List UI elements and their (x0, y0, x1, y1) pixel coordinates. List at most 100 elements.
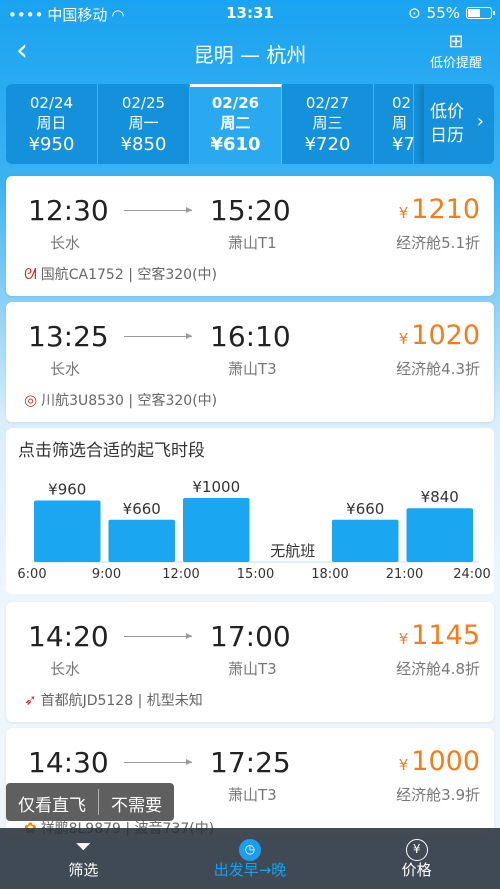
date-tab-weekday: 周 (392, 114, 408, 132)
flight-card[interactable]: 13:25 16:10 长水 萧山T3 ¥1020 经济舱4.3折 ◎ 川航3U… (6, 302, 494, 422)
chart-tick-label: 21:00 (386, 567, 423, 582)
price-value: 1145 (411, 620, 480, 651)
chart-tick-label: 12:00 (162, 567, 199, 582)
arrow-right-icon (124, 333, 192, 339)
nav-bar: ‹ 昆明 — 杭州 ⊞ 低价提醒 (0, 26, 500, 82)
arrival-airport: 萧山T3 (228, 360, 277, 378)
airline-text: 川航3U8530 | 空客320(中) (41, 393, 218, 409)
date-tab-date: 02 (392, 94, 412, 112)
chart-bar-label: ¥1000 (192, 478, 240, 496)
price-value: 1000 (411, 746, 480, 777)
date-tab-price: ¥720 (304, 134, 351, 155)
yen-icon: ¥ (333, 833, 500, 861)
airline-text: 国航CA1752 | 空客320(中) (40, 267, 218, 283)
flight-card[interactable]: 14:20 17:00 长水 萧山T3 ¥1145 经济舱4.8折 ➶ 首都航J… (6, 602, 494, 722)
direct-only-button[interactable]: 仅看直飞 (6, 783, 98, 821)
chart-bar[interactable] (34, 500, 101, 562)
flight-card[interactable]: 12:30 15:20 长水 萧山T1 ¥1210 经济舱5.1折 ᘛ 国航CA… (6, 176, 494, 296)
low-price-alert-label: 低价提醒 (429, 56, 482, 71)
cabin-discount: 经济舱4.8折 (396, 660, 480, 678)
arrow-right-icon (124, 207, 192, 213)
chart-empty-label: 无航班 (270, 542, 315, 560)
bell-plus-icon: ⊞ (448, 31, 464, 52)
date-strip: 02/24 周日 ¥950 02/25 周一 ¥850 02/26 周二 ¥61… (6, 84, 494, 164)
date-tab-price: ¥850 (120, 134, 167, 155)
currency-symbol: ¥ (398, 756, 409, 774)
flight-price: ¥1020 (399, 320, 480, 351)
date-tab-price: ¥950 (28, 134, 75, 155)
currency-symbol: ¥ (398, 204, 409, 222)
sort-departure-tab[interactable]: ◷ 出发早→晚 (167, 828, 334, 889)
arrival-airport: 萧山T1 (228, 234, 277, 252)
date-tab-date: 02/27 (305, 94, 350, 112)
calendar-label-line1: 低价 (430, 102, 464, 122)
status-right: ⊙ 55% (408, 4, 495, 22)
date-tab[interactable]: 02 周 ¥7 (374, 84, 415, 164)
tab-label: 价格 (401, 861, 432, 879)
battery-icon (466, 7, 495, 19)
flight-price: ¥1145 (399, 620, 480, 651)
no-need-button[interactable]: 不需要 (99, 783, 174, 821)
chart-bar[interactable] (108, 519, 176, 562)
chart-bar[interactable] (183, 498, 250, 562)
arrow-right-icon (124, 633, 192, 639)
arrival-time: 17:00 (210, 620, 291, 653)
date-tab-price: ¥610 (210, 134, 261, 155)
low-price-alert-button[interactable]: ⊞ 低价提醒 (429, 31, 482, 72)
departure-time-filter-chart[interactable]: 点击筛选合适的起飞时段 ¥960 ¥660 ¥1000 无航班 ¥660 ¥840 6:00… (6, 428, 494, 594)
date-tab[interactable]: 02/24 周日 ¥950 (6, 84, 98, 164)
date-tab-weekday: 周一 (128, 114, 159, 132)
low-price-calendar-button[interactable]: 低价 日历 › (424, 84, 494, 164)
status-bar: •••• 中国移动 ◠ 13:31 ⊙ 55% (0, 0, 500, 26)
chart-tick-label: 15:00 (237, 567, 274, 582)
chart-tick-label: 18:00 (311, 567, 348, 582)
departure-airport: 长水 (50, 660, 81, 678)
departure-airport: 长水 (50, 234, 81, 252)
departure-time: 12:30 (28, 194, 109, 227)
arrow-right-icon (124, 759, 192, 765)
date-tab-date: 02/25 (121, 94, 166, 112)
cabin-discount: 经济舱3.9折 (396, 786, 480, 804)
chart-bar[interactable] (332, 519, 399, 562)
rotation-lock-icon: ⊙ (408, 4, 421, 22)
date-tab-date: 02/26 (211, 94, 260, 112)
bottom-toolbar: ⏷ 筛选 ◷ 出发早→晚 ¥ 价格 (0, 828, 500, 889)
departure-airport: 长水 (50, 360, 81, 378)
departure-time: 14:30 (28, 746, 109, 779)
currency-symbol: ¥ (398, 330, 409, 348)
chart-bar-label: ¥660 (346, 500, 384, 518)
date-tab-price: ¥7 (392, 134, 415, 155)
chart-tick-label: 6:00 (17, 567, 46, 582)
price-value: 1210 (411, 194, 480, 225)
airline-info: ᘛ 国航CA1752 | 空客320(中) (24, 264, 217, 284)
departure-time: 14:20 (28, 620, 109, 653)
airline-info: ◎ 川航3U8530 | 空客320(中) (24, 390, 217, 410)
flight-price: ¥1000 (399, 746, 480, 777)
funnel-icon: ⏷ (75, 834, 92, 858)
cabin-discount: 经济舱5.1折 (396, 234, 480, 252)
sort-price-tab[interactable]: ¥ 价格 (333, 828, 500, 889)
page-title: 昆明 — 杭州 (193, 43, 307, 67)
arrival-time: 16:10 (210, 320, 291, 353)
date-tab-date: 02/24 (29, 94, 74, 112)
flight-price: ¥1210 (399, 194, 480, 225)
sichuan-airlines-logo-icon: ◎ (24, 391, 38, 409)
airline-text: 首都航JD5128 | 机型未知 (40, 693, 203, 709)
chart-bar-label: ¥960 (48, 481, 86, 499)
price-value: 1020 (411, 320, 480, 351)
chart-bar-label: ¥660 (123, 500, 161, 518)
clock-icon: ◷ (167, 833, 334, 861)
capital-airlines-logo-icon: ➶ (24, 691, 37, 709)
date-tab-selected[interactable]: 02/26 周二 ¥610 (190, 84, 282, 164)
calendar-label-line2: 日历 (430, 126, 464, 146)
airline-info: ➶ 首都航JD5128 | 机型未知 (24, 690, 203, 710)
filter-tab[interactable]: ⏷ 筛选 (0, 828, 167, 889)
arrival-time: 17:25 (210, 746, 291, 779)
date-tab[interactable]: 02/25 周一 ¥850 (98, 84, 190, 164)
date-tab[interactable]: 02/27 周三 ¥720 (282, 84, 374, 164)
date-tab-weekday: 周三 (312, 114, 343, 132)
chart-bar[interactable] (406, 508, 474, 562)
tab-label: 筛选 (68, 861, 99, 879)
air-china-logo-icon: ᘛ (24, 265, 37, 283)
departure-time: 13:25 (28, 320, 109, 353)
